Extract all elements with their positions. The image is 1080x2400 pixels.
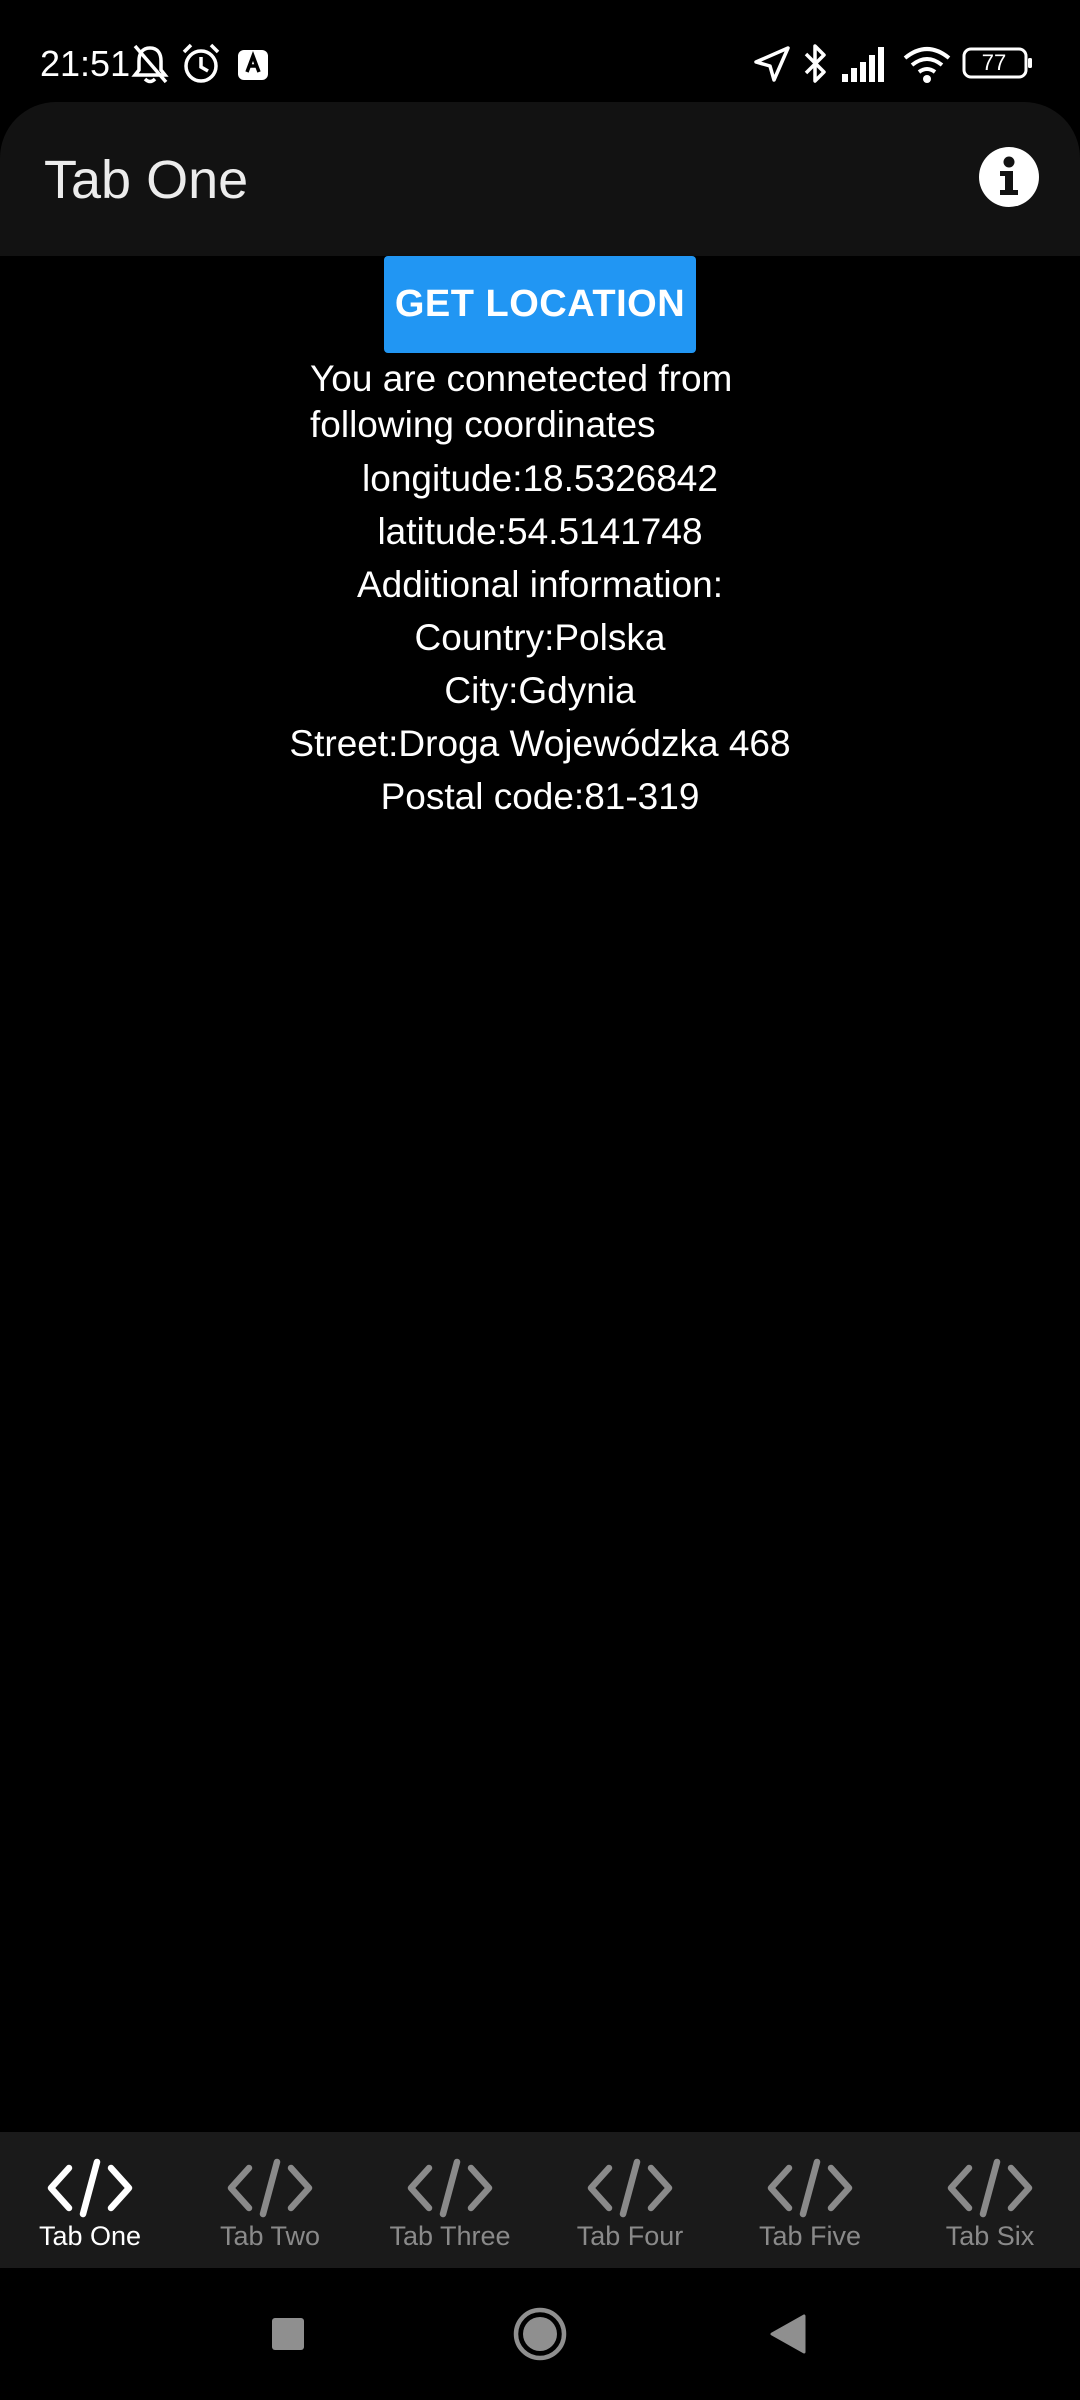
page-title: Tab One <box>44 150 249 210</box>
country-text: Country:Polska <box>414 617 666 658</box>
latitude-text: latitude:54.5141748 <box>377 511 703 552</box>
connected-text: You are connetected from following coord… <box>310 358 733 445</box>
battery-level: 77 <box>981 50 1007 75</box>
tab-label: Tab Six <box>945 2221 1035 2251</box>
postal-code-text: Postal code:81-319 <box>380 776 700 817</box>
tab-label: Tab Two <box>219 2221 321 2251</box>
tab-label: Tab Five <box>758 2221 862 2251</box>
battery-icon: 77 <box>962 42 1034 86</box>
location-arrow-icon <box>752 42 792 86</box>
bluetooth-icon <box>802 42 830 86</box>
info-icon[interactable] <box>978 146 1040 208</box>
home-circle-icon[interactable] <box>508 2302 572 2366</box>
tab-label: Tab Three <box>389 2221 511 2251</box>
tab-five[interactable]: Tab Five <box>720 2132 900 2268</box>
code-icon <box>227 2158 313 2218</box>
tab-four[interactable]: Tab Four <box>540 2132 720 2268</box>
code-icon <box>47 2158 133 2218</box>
bell-off-icon <box>130 42 170 86</box>
tab-three[interactable]: Tab Three <box>360 2132 540 2268</box>
recents-square-icon[interactable] <box>256 2302 320 2366</box>
system-nav-bar <box>0 2268 1080 2400</box>
app-bar: Tab One <box>0 102 1080 256</box>
street-text: Street:Droga Wojewódzka 468 <box>289 723 791 764</box>
signal-icon <box>840 42 888 86</box>
tab-label: Tab Four <box>576 2221 684 2251</box>
wifi-icon <box>902 42 952 86</box>
code-icon <box>767 2158 853 2218</box>
code-icon <box>407 2158 493 2218</box>
bottom-tab-bar: Tab One Tab Two Tab Three Tab Four Tab F… <box>0 2132 1080 2268</box>
alarm-icon <box>180 42 222 86</box>
status-bar: 21:51 77 <box>0 0 1080 100</box>
city-text: City:Gdynia <box>444 670 636 711</box>
app-notification-icon <box>236 42 270 86</box>
longitude-text: longitude:18.5326842 <box>362 458 718 499</box>
back-triangle-icon[interactable] <box>756 2302 820 2366</box>
tab-two[interactable]: Tab Two <box>180 2132 360 2268</box>
tab-one[interactable]: Tab One <box>0 2132 180 2268</box>
tab-label: Tab One <box>38 2221 142 2251</box>
get-location-button[interactable]: GET LOCATION <box>384 256 696 353</box>
code-icon <box>587 2158 673 2218</box>
tab-six[interactable]: Tab Six <box>900 2132 1080 2268</box>
status-time: 21:51 <box>40 43 131 84</box>
code-icon <box>947 2158 1033 2218</box>
additional-info-heading: Additional information: <box>356 564 724 605</box>
